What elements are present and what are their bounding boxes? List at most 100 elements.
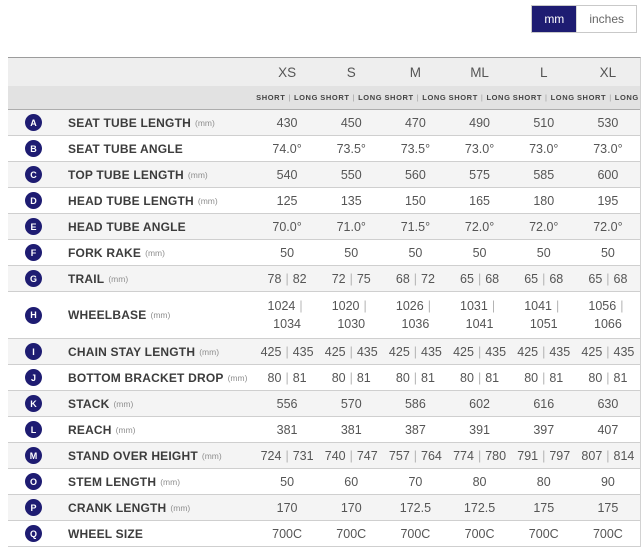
table-row: ASEAT TUBE LENGTH(mm)430450470490510530 — [8, 110, 640, 136]
size-header-row: XSSMMLLXL — [8, 58, 640, 86]
geo-value-cell: 530 — [576, 116, 640, 130]
geo-value-cell: 1024|1034 — [255, 297, 319, 333]
geo-value-cell: 791|797 — [512, 449, 576, 463]
row-label-cell: DHEAD TUBE LENGTH(mm) — [8, 192, 255, 209]
geo-value-cell: 700C — [383, 527, 447, 541]
row-unit-label: (mm) — [116, 425, 136, 435]
row-label-cell: OSTEM LENGTH(mm) — [8, 473, 255, 490]
geo-value-cell: 575 — [447, 168, 511, 182]
geo-value-cell: 425|435 — [319, 345, 383, 359]
table-row: QWHEEL SIZE700C700C700C700C700C700C — [8, 521, 640, 547]
geo-value-cell: 74.0° — [255, 142, 319, 156]
geo-value-cell: 387 — [383, 423, 447, 437]
geo-value-cell: 73.5° — [383, 142, 447, 156]
row-label-cell: ASEAT TUBE LENGTH(mm) — [8, 114, 255, 131]
unit-toggle: mm inches — [531, 5, 637, 33]
geo-value-cell: 73.0° — [512, 142, 576, 156]
row-label-cell: MSTAND OVER HEIGHT(mm) — [8, 447, 255, 464]
geo-value-cell: 50 — [512, 246, 576, 260]
row-label-cell: GTRAIL(mm) — [8, 270, 255, 287]
geo-value-cell: 391 — [447, 423, 511, 437]
geo-value-cell: 540 — [255, 168, 319, 182]
geo-value-cell: 757|764 — [383, 449, 447, 463]
row-letter-badge: I — [25, 343, 42, 360]
geo-value-cell: 73.0° — [576, 142, 640, 156]
geo-value-cell: 50 — [576, 246, 640, 260]
fit-column-header: SHORT|LONG — [447, 93, 511, 102]
geo-value-cell: 80|81 — [255, 371, 319, 385]
row-unit-label: (mm) — [199, 347, 219, 357]
row-letter-badge: E — [25, 218, 42, 235]
table-row: LREACH(mm)381381387391397407 — [8, 417, 640, 443]
row-label-cell: LREACH(mm) — [8, 421, 255, 438]
geo-value-cell: 175 — [512, 501, 576, 515]
geo-value-cell: 700C — [576, 527, 640, 541]
geo-value-cell: 65|68 — [576, 272, 640, 286]
table-row: HWHEELBASE(mm)1024|10341020|10301026|103… — [8, 292, 640, 339]
fit-column-header: SHORT|LONG — [576, 93, 640, 102]
fit-column-header: SHORT|LONG — [512, 93, 576, 102]
geo-value-cell: 150 — [383, 194, 447, 208]
geo-value-cell: 175 — [576, 501, 640, 515]
geo-value-cell: 600 — [576, 168, 640, 182]
geo-value-cell: 80|81 — [447, 371, 511, 385]
geo-value-cell: 425|435 — [255, 345, 319, 359]
geo-value-cell: 65|68 — [447, 272, 511, 286]
row-letter-badge: Q — [25, 525, 42, 542]
geo-value-cell: 68|72 — [383, 272, 447, 286]
row-label-cell: KSTACK(mm) — [8, 395, 255, 412]
geo-value-cell: 80|81 — [319, 371, 383, 385]
row-label-cell: EHEAD TUBE ANGLE — [8, 218, 255, 235]
row-label: SEAT TUBE LENGTH — [68, 116, 191, 130]
row-label: STACK — [68, 397, 109, 411]
geo-value-cell: 172.5 — [383, 501, 447, 515]
row-label-cell: I CHAIN STAY LENGTH (mm) — [8, 343, 255, 360]
geo-value-cell: 556 — [255, 397, 319, 411]
mm-toggle-button[interactable]: mm — [532, 6, 576, 32]
geo-value-cell: 125 — [255, 194, 319, 208]
row-letter-badge: C — [25, 166, 42, 183]
row-letter-badge: K — [25, 395, 42, 412]
row-label: CHAIN STAY LENGTH — [68, 345, 195, 359]
geo-value-cell: 60 — [319, 475, 383, 489]
geo-value-cell: 73.5° — [319, 142, 383, 156]
row-letter-badge: J — [25, 369, 42, 386]
geo-value-cell: 397 — [512, 423, 576, 437]
size-column-header: L — [512, 65, 576, 80]
geo-value-cell: 630 — [576, 397, 640, 411]
size-column-header: XL — [576, 65, 640, 80]
row-unit-label: (mm) — [170, 503, 190, 513]
geo-value-cell: 170 — [255, 501, 319, 515]
geo-value-cell: 72.0° — [447, 220, 511, 234]
geo-value-cell: 616 — [512, 397, 576, 411]
row-label: TOP TUBE LENGTH — [68, 168, 184, 182]
row-label: HEAD TUBE LENGTH — [68, 194, 194, 208]
row-unit-label: (mm) — [160, 477, 180, 487]
fit-column-header: SHORT|LONG — [319, 93, 383, 102]
row-label: WHEEL SIZE — [68, 527, 143, 541]
geo-value-cell: 90 — [576, 475, 640, 489]
geo-value-cell: 70.0° — [255, 220, 319, 234]
geo-value-cell: 1056|1066 — [576, 297, 640, 333]
inches-toggle-button[interactable]: inches — [576, 6, 636, 32]
row-label-cell: CTOP TUBE LENGTH(mm) — [8, 166, 255, 183]
table-row: MSTAND OVER HEIGHT(mm)724|731740|747757|… — [8, 443, 640, 469]
geo-value-cell: 585 — [512, 168, 576, 182]
fit-header-row: SHORT|LONGSHORT|LONGSHORT|LONGSHORT|LONG… — [8, 86, 640, 110]
geo-value-cell: 1031|1041 — [447, 297, 511, 333]
row-unit-label: (mm) — [150, 310, 170, 320]
geo-value-cell: 550 — [319, 168, 383, 182]
size-column-header: ML — [447, 65, 511, 80]
row-unit-label: (mm) — [108, 274, 128, 284]
geo-value-cell: 774|780 — [447, 449, 511, 463]
geo-value-cell: 195 — [576, 194, 640, 208]
geo-value-cell: 80 — [447, 475, 511, 489]
row-label: FORK RAKE — [68, 246, 141, 260]
geo-value-cell: 700C — [512, 527, 576, 541]
geo-value-cell: 1041|1051 — [512, 297, 576, 333]
geo-value-cell: 135 — [319, 194, 383, 208]
geo-value-cell: 72.0° — [576, 220, 640, 234]
geo-value-cell: 700C — [447, 527, 511, 541]
table-row: EHEAD TUBE ANGLE70.0°71.0°71.5°72.0°72.0… — [8, 214, 640, 240]
row-letter-badge: A — [25, 114, 42, 131]
